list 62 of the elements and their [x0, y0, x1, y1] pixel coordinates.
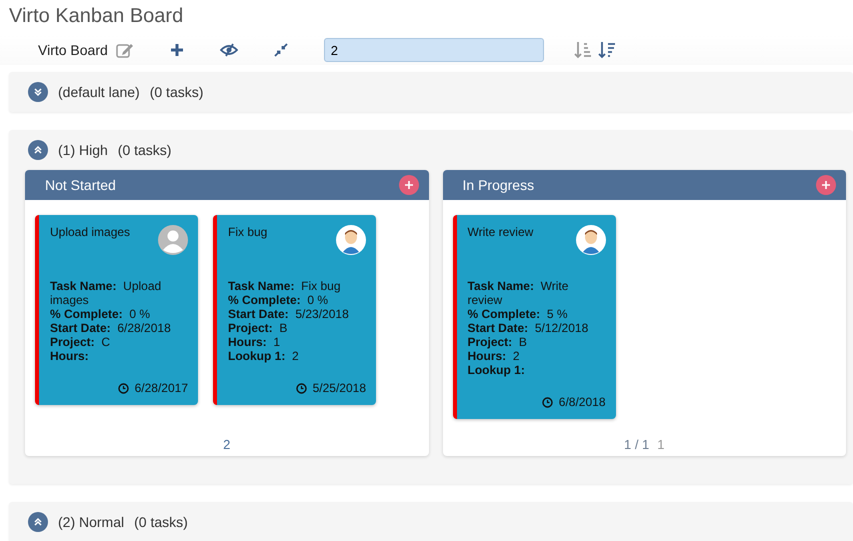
toggle-button[interactable] — [28, 82, 48, 102]
toggle-button[interactable] — [28, 140, 48, 160]
clock-icon — [296, 382, 307, 394]
card-field: Lookup 1: — [468, 363, 606, 377]
toggle-button[interactable] — [28, 512, 48, 532]
chevron-up-icon — [33, 145, 43, 155]
edit-icon[interactable] — [116, 42, 134, 58]
lane-title: (default lane) — [58, 84, 140, 100]
card-field: Lookup 1: 2 — [228, 349, 366, 363]
card-field: Task Name: Fix bug — [228, 279, 366, 293]
card-field: Project: C — [50, 335, 188, 349]
task-count: (0 tasks) — [118, 142, 172, 158]
page-link[interactable]: 2 — [223, 437, 230, 452]
clock-icon — [118, 382, 129, 394]
avatar-icon — [576, 225, 606, 255]
card-field: Task Name: Write review — [468, 279, 606, 307]
card-field: Project: B — [228, 321, 366, 335]
avatar-icon — [336, 225, 366, 255]
card-title: Fix bug — [228, 225, 268, 241]
lane-title: (2) Normal — [58, 514, 124, 530]
card-field: Start Date: 5/12/2018 — [468, 321, 606, 335]
plus-icon — [822, 181, 830, 189]
task-card[interactable]: Fix bug Task Name: Fix bug % Complete: 0 % Start Date: 5/23/2018 Project: B Hours: 1 Lookup 1: 2 5/25/2018 — [213, 215, 376, 405]
pager-text: 1 — [657, 437, 665, 452]
hide-icon[interactable] — [220, 43, 238, 57]
card-field: % Complete: 5 % — [468, 307, 606, 321]
card-title: Write review — [468, 225, 534, 241]
chevron-up-icon — [33, 517, 43, 527]
due-date: 6/28/2017 — [134, 381, 188, 395]
card-field: Task Name: Upload images — [50, 279, 188, 307]
clock-icon — [542, 396, 553, 408]
card-field: % Complete: 0 % — [228, 293, 366, 307]
card-field: Hours: 2 — [468, 349, 606, 363]
page-title: Virto Kanban Board — [8, 4, 184, 29]
column-title: In Progress — [462, 177, 534, 193]
due-date: 6/8/2018 — [558, 395, 606, 409]
board-name: Virto Board — [38, 42, 108, 58]
search-field[interactable]: 2 — [324, 38, 544, 62]
avatar-icon — [158, 225, 188, 255]
task-card[interactable]: Write review Task Name: Write review % Complete: 5 % Start Date: 5/12/2018 Project: B Hours: 2 Lookup 1: 6/8/2018 — [452, 215, 616, 419]
chevron-down-icon — [33, 87, 43, 97]
task-count: (0 tasks) — [150, 84, 204, 100]
card-field: Hours: 1 — [228, 335, 366, 349]
card-field: Start Date: 5/23/2018 — [228, 307, 366, 321]
sort-descending-icon[interactable] — [598, 41, 616, 59]
card-field: Hours: — [50, 349, 188, 363]
task-card[interactable]: Upload images Task Name: Upload images % Complete: 0 % Start Date: 6/28/2018 Project: C Hours: 6/28/2017 — [35, 215, 198, 405]
task-count: (0 tasks) — [134, 514, 188, 530]
pager-text: 1 / 1 — [624, 437, 650, 452]
add-card-button[interactable] — [816, 175, 836, 195]
card-field: Start Date: 6/28/2018 — [50, 321, 188, 335]
add-card-button[interactable] — [398, 175, 418, 195]
plus-icon — [404, 181, 412, 189]
sort-ascending-icon[interactable] — [574, 41, 592, 59]
due-date: 5/25/2018 — [312, 381, 366, 395]
collapse-icon[interactable] — [274, 43, 288, 57]
card-field: Project: B — [468, 335, 606, 349]
add-icon[interactable] — [170, 43, 184, 57]
card-title: Upload images — [50, 225, 130, 241]
lane-title: (1) High — [58, 142, 108, 158]
card-field: % Complete: 0 % — [50, 307, 188, 321]
column-title: Not Started — [45, 177, 116, 193]
